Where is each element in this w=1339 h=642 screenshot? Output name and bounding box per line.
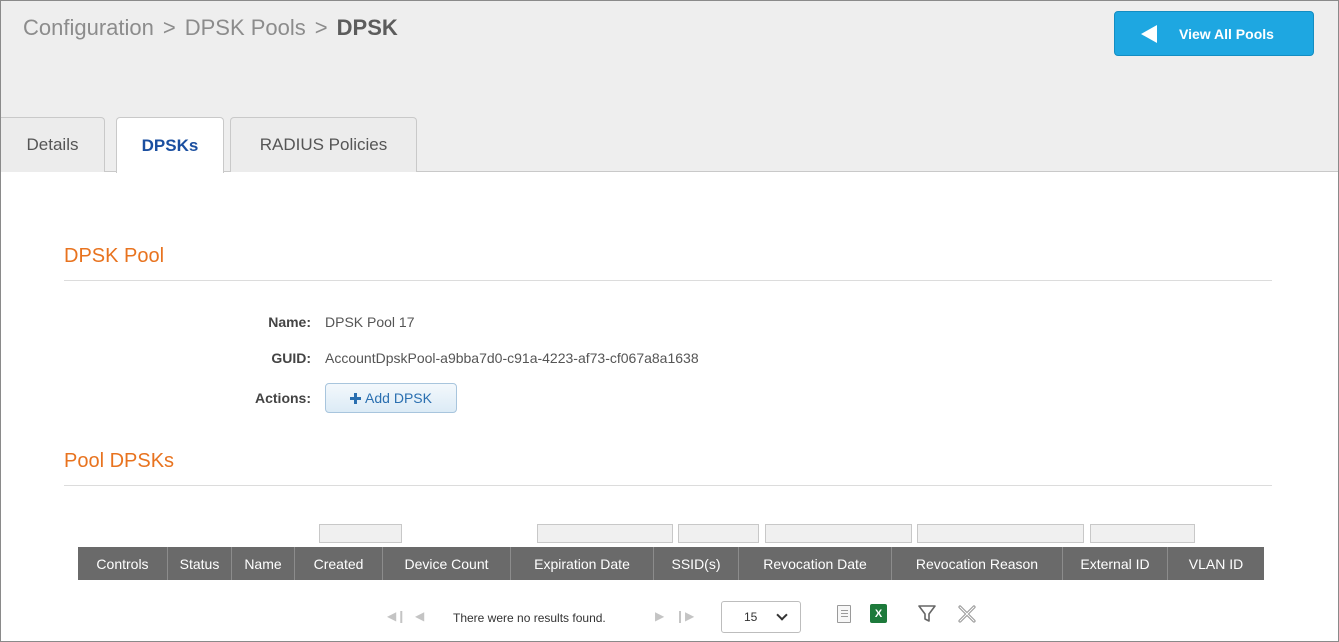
guid-value: AccountDpskPool-a9bba7d0-c91a-4223-af73-… — [325, 350, 699, 366]
tab-radius-policies[interactable]: RADIUS Policies — [230, 117, 417, 172]
filter-ssids[interactable] — [678, 524, 759, 543]
add-dpsk-label: Add DPSK — [365, 390, 432, 406]
no-results-message: There were no results found. — [453, 611, 606, 625]
column-vlan-id[interactable]: VLAN ID — [1168, 547, 1264, 580]
pager: ◀❙ ◀ There were no results found. ▶ ❙▶ 1… — [1, 597, 1338, 637]
breadcrumb-separator: > — [162, 15, 176, 40]
breadcrumb-dpsk-pools[interactable]: DPSK Pools — [185, 15, 306, 40]
column-revocation-reason[interactable]: Revocation Reason — [892, 547, 1063, 580]
dpsk-pool-title: DPSK Pool — [64, 245, 165, 267]
left-triangle-icon — [1141, 24, 1157, 43]
prev-page-icon[interactable]: ◀ — [415, 609, 424, 623]
view-all-pools-label: View All Pools — [1179, 25, 1274, 42]
guid-label: GUID: — [271, 350, 311, 366]
filter-external-id[interactable] — [1090, 524, 1195, 543]
page-size-value: 15 — [744, 610, 758, 624]
breadcrumb: Configuration > DPSK Pools > DPSK — [23, 15, 398, 41]
filter-revocation-reason[interactable] — [917, 524, 1084, 543]
tab-label: Details — [26, 135, 79, 154]
clear-filter-icon[interactable] — [957, 604, 977, 624]
column-expiration-date[interactable]: Expiration Date — [511, 547, 654, 580]
section-divider — [64, 280, 1272, 281]
column-ssids[interactable]: SSID(s) — [654, 547, 739, 580]
column-external-id[interactable]: External ID — [1063, 547, 1168, 580]
tab-details[interactable]: Details — [1, 117, 105, 172]
column-controls[interactable]: Controls — [78, 547, 168, 580]
breadcrumb-current: DPSK — [336, 15, 398, 40]
tab-label: RADIUS Policies — [259, 135, 388, 154]
plus-icon — [350, 392, 362, 404]
pool-dpsks-title: Pool DPSKs — [64, 450, 175, 472]
name-value: DPSK Pool 17 — [325, 314, 415, 330]
breadcrumb-configuration[interactable]: Configuration — [23, 15, 154, 40]
tab-label: DPSKs — [141, 135, 199, 155]
section-divider — [64, 485, 1272, 486]
column-device-count[interactable]: Device Count — [383, 547, 511, 580]
name-label: Name: — [268, 314, 311, 330]
chevron-down-icon — [776, 609, 788, 621]
actions-label: Actions: — [255, 390, 311, 406]
column-revocation-date[interactable]: Revocation Date — [739, 547, 892, 580]
page-frame: Configuration > DPSK Pools > DPSK View All P… — [0, 0, 1339, 642]
tab-dpsks[interactable]: DPSKs — [116, 117, 224, 173]
excel-icon[interactable]: X — [870, 604, 887, 623]
next-page-icon[interactable]: ▶ — [655, 609, 664, 623]
view-all-pools-button[interactable]: View All Pools — [1114, 11, 1314, 56]
column-created[interactable]: Created — [295, 547, 383, 580]
filter-revocation-date[interactable] — [765, 524, 912, 543]
last-page-icon[interactable]: ❙▶ — [675, 609, 694, 623]
first-page-icon[interactable]: ◀❙ — [387, 609, 406, 623]
filter-created[interactable] — [319, 524, 402, 543]
filter-icon[interactable] — [918, 604, 936, 624]
column-name[interactable]: Name — [232, 547, 295, 580]
document-icon[interactable] — [837, 605, 851, 623]
column-status[interactable]: Status — [168, 547, 232, 580]
page-size-select[interactable]: 15 — [721, 601, 801, 633]
table-header: Controls Status Name Created Device Coun… — [78, 547, 1264, 580]
add-dpsk-button[interactable]: Add DPSK — [325, 383, 457, 413]
filter-expiration-date[interactable] — [537, 524, 673, 543]
breadcrumb-separator: > — [314, 15, 328, 40]
